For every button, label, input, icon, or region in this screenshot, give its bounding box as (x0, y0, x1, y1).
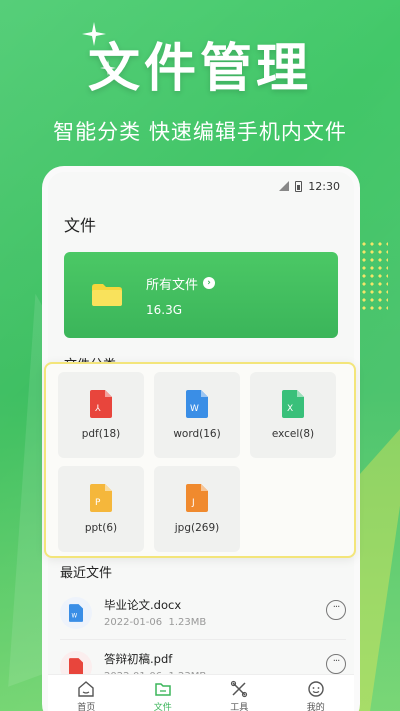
file-name: 答辩初稿.pdf (104, 652, 173, 666)
signal-icon (279, 181, 290, 191)
tab-label: 文件 (153, 703, 172, 711)
svg-text:P: P (95, 498, 101, 508)
svg-text:W: W (190, 404, 199, 414)
tab-files[interactable]: 文件 (138, 675, 188, 711)
bottom-tab-bar: 首页 文件 工具 我的 (48, 674, 354, 711)
category-label: excel(8) (271, 428, 315, 440)
hero-subtitle: 智能分类 快速编辑手机内文件 (53, 120, 347, 144)
word-file-icon: W (60, 596, 92, 629)
category-pdf[interactable]: ⅄ pdf(18) (58, 372, 144, 458)
page-title: 文件 (64, 216, 97, 235)
all-files-card[interactable]: 所有文件 › 16.3G (64, 252, 338, 338)
svg-text:X: X (287, 404, 293, 414)
tab-label: 首页 (77, 703, 96, 711)
chevron-right-icon: › (203, 277, 216, 289)
status-bar: 12:30 (48, 172, 354, 200)
excel-file-icon: X (282, 390, 304, 418)
tab-label: 我的 (306, 703, 325, 711)
category-label: word(16) (173, 428, 221, 440)
recent-title: 最近文件 (60, 566, 113, 581)
category-jpg[interactable]: J jpg(269) (154, 466, 240, 552)
category-panel: ⅄ pdf(18) W word(16) X excel(8) P ppt(6)… (44, 362, 356, 558)
category-word[interactable]: W word(16) (154, 372, 240, 458)
status-time: 12:30 (308, 179, 340, 193)
svg-text:W: W (72, 613, 78, 619)
folder-icon (155, 683, 171, 696)
more-options-icon[interactable]: ··· (326, 600, 346, 620)
profile-icon (308, 681, 324, 697)
category-excel[interactable]: X excel(8) (250, 372, 336, 458)
file-size: 1.23MB (168, 617, 207, 628)
more-options-icon[interactable]: ··· (326, 654, 346, 674)
category-label: jpg(269) (174, 522, 220, 534)
home-icon (78, 681, 94, 697)
svg-text:⅄: ⅄ (94, 404, 101, 414)
category-label: ppt(6) (84, 522, 118, 534)
hero-title: 文件管理 (87, 39, 312, 99)
file-date: 2022-01-06 (104, 617, 163, 628)
jpg-file-icon: J (186, 484, 208, 512)
tab-label: 工具 (230, 703, 249, 711)
svg-text:J: J (191, 498, 195, 508)
ppt-file-icon: P (90, 484, 112, 512)
word-file-icon: W (186, 390, 208, 418)
folder-icon (92, 284, 122, 306)
tab-home[interactable]: 首页 (61, 675, 111, 711)
all-files-size: 16.3G (146, 302, 183, 317)
tab-tools[interactable]: 工具 (214, 675, 264, 711)
category-ppt[interactable]: P ppt(6) (58, 466, 144, 552)
category-label: pdf(18) (81, 428, 121, 440)
all-files-label: 所有文件 (146, 277, 199, 293)
tab-profile[interactable]: 我的 (291, 675, 341, 711)
file-name: 毕业论文.docx (104, 598, 182, 612)
list-item[interactable]: W 毕业论文.docx 2022-01-06 1.23MB ··· (60, 586, 346, 640)
tools-icon (231, 680, 248, 698)
battery-icon (295, 180, 303, 192)
pdf-file-icon: ⅄ (90, 390, 112, 418)
